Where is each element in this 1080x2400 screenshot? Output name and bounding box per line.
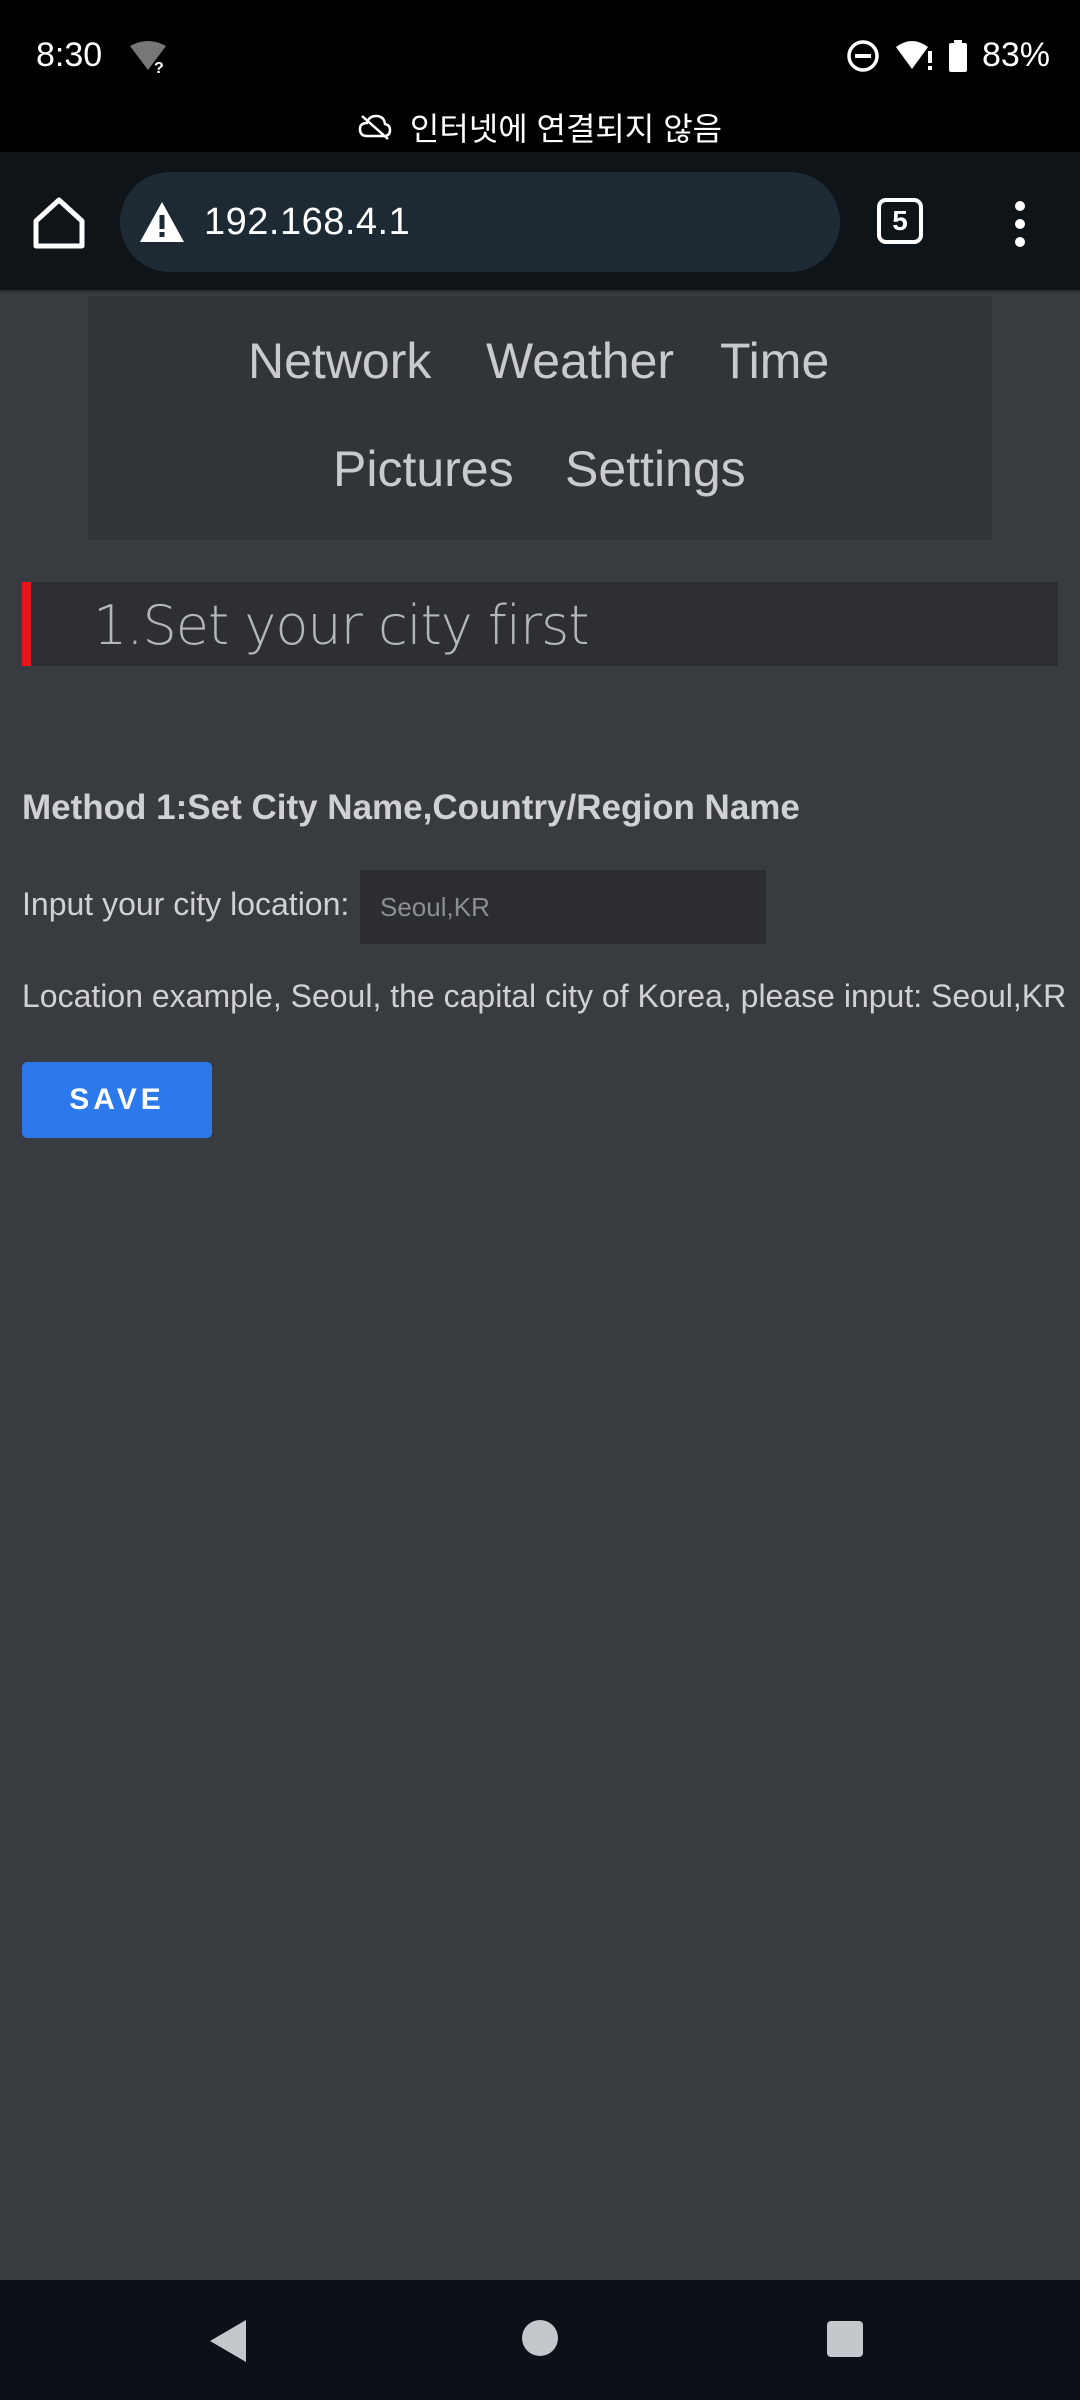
home-icon[interactable] (30, 194, 88, 252)
browser-toolbar: 192.168.4.1 5 (0, 152, 1080, 292)
status-icons: 83% (846, 36, 1050, 75)
section-title: 1.Set your city first (93, 594, 589, 657)
wifi-unknown-icon: ? (130, 41, 166, 74)
tab-count: 5 (892, 205, 908, 236)
nav-item-time[interactable]: Time (720, 332, 829, 390)
page-nav: Network Weather Time Pictures Settings (88, 296, 992, 540)
more-vert-icon[interactable] (1004, 198, 1036, 250)
city-input[interactable] (360, 870, 766, 944)
recents-icon[interactable] (827, 2321, 863, 2357)
nav-item-settings[interactable]: Settings (565, 440, 746, 498)
nav-item-pictures[interactable]: Pictures (333, 440, 514, 498)
status-time: 8:30 (36, 36, 103, 74)
cloud-off-icon (358, 114, 392, 140)
network-banner: 인터넷에 연결되지 않음 (0, 104, 1080, 150)
nav-item-network[interactable]: Network (248, 332, 431, 390)
location-example-text: Location example, Seoul, the capital cit… (22, 978, 1067, 1014)
status-bar: 8:30 ? 83% 인터넷에 연결되지 않음 (0, 0, 1080, 152)
battery-icon (948, 39, 967, 72)
url-bar[interactable]: 192.168.4.1 (120, 172, 840, 272)
save-button[interactable]: SAVE (22, 1062, 212, 1138)
svg-text:?: ? (154, 60, 164, 74)
warning-icon[interactable] (138, 200, 186, 244)
back-icon[interactable] (208, 2318, 248, 2364)
url-text[interactable]: 192.168.4.1 (204, 201, 410, 244)
wifi-warning-icon (895, 40, 932, 70)
dnd-icon (847, 39, 879, 72)
battery-percent: 83% (981, 36, 1050, 74)
tab-switcher-button[interactable]: 5 (877, 198, 923, 244)
method-title: Method 1:Set City Name,Country/Region Na… (22, 788, 800, 827)
nav-item-weather[interactable]: Weather (486, 332, 674, 390)
home-nav-icon[interactable] (522, 2320, 558, 2356)
network-banner-text: 인터넷에 연결되지 않음 (409, 111, 723, 147)
city-input-label: Input your city location: (22, 886, 350, 922)
section-header: 1.Set your city first (22, 582, 1058, 666)
